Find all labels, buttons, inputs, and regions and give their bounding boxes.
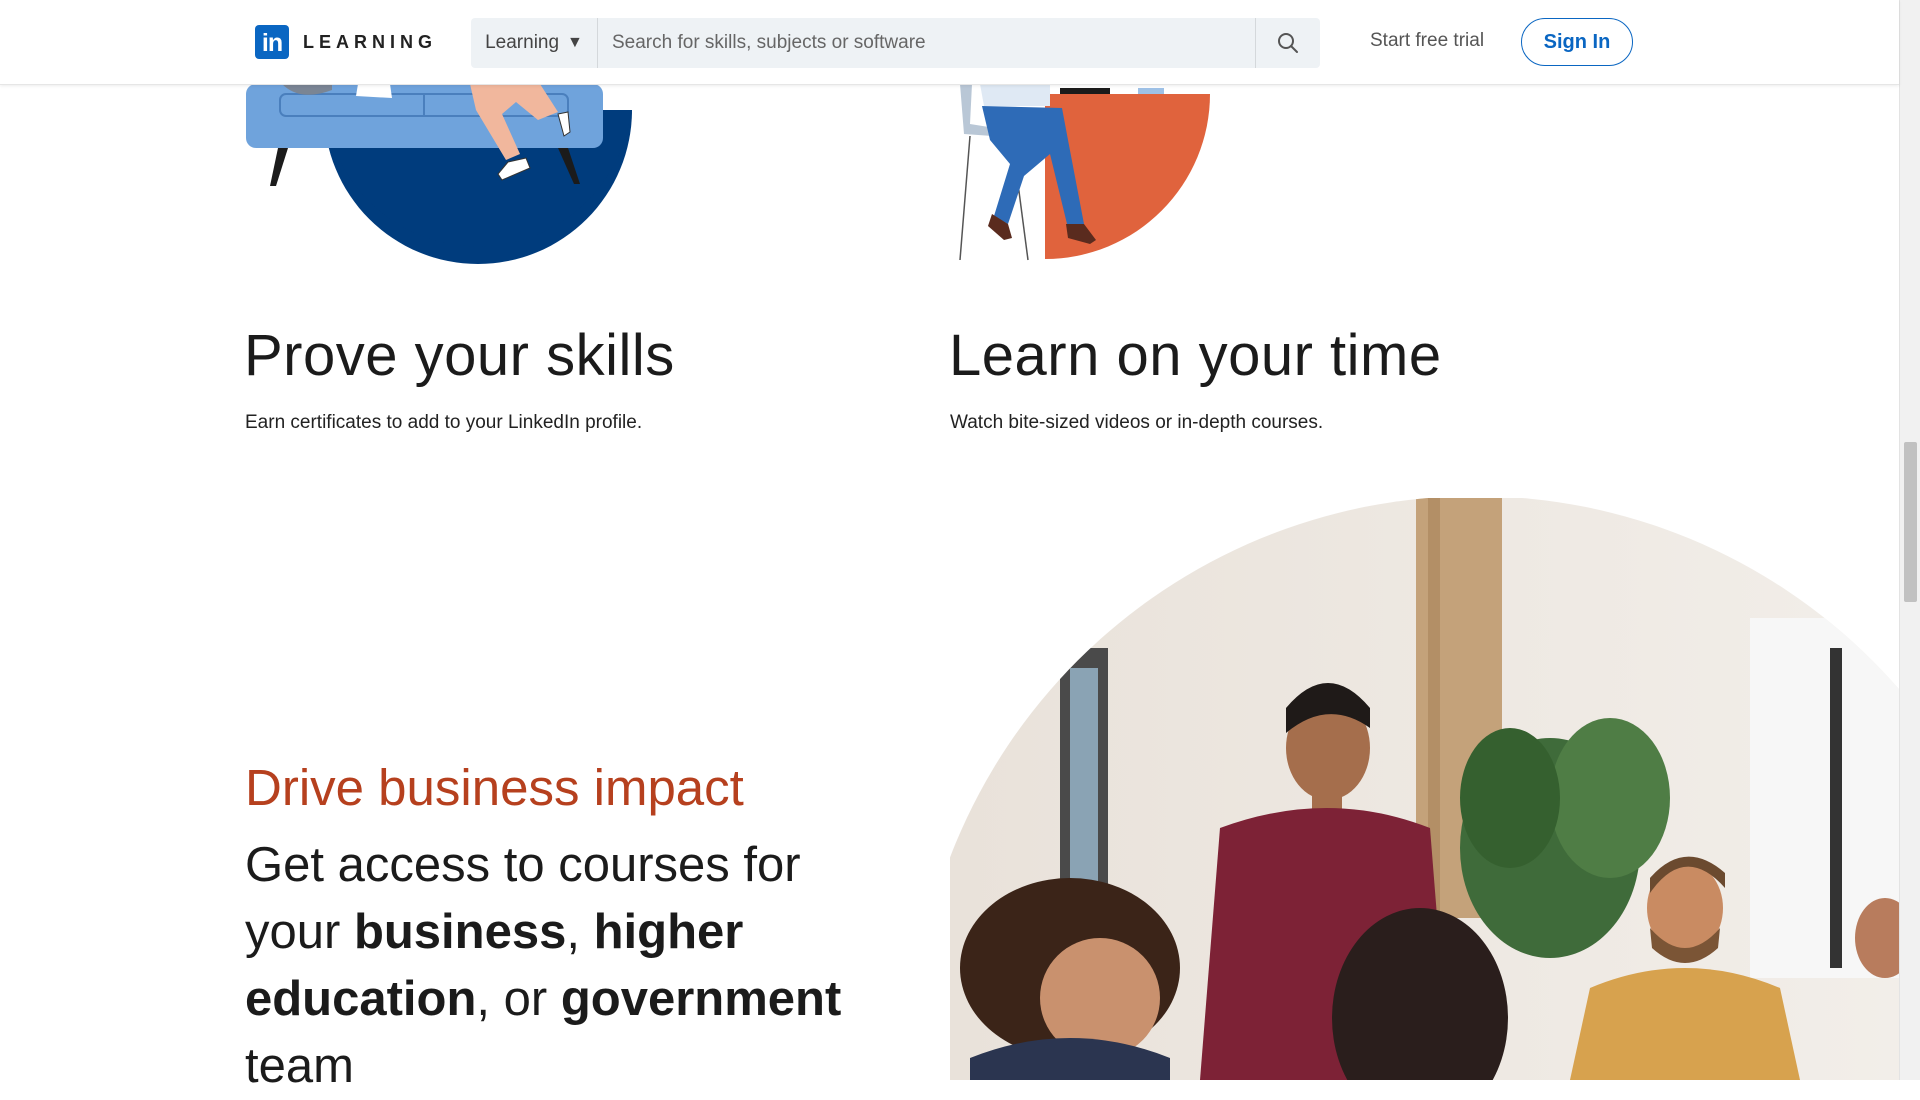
search-input[interactable] <box>598 18 1255 68</box>
feature-desc-prove-skills: Earn certificates to add to your LinkedI… <box>245 412 643 433</box>
impact-government: government <box>560 972 842 1026</box>
feature-title-learn-time: Learn on your time <box>949 323 1442 388</box>
feature-desc-learn-time: Watch bite-sized videos or in-depth cour… <box>950 412 1324 433</box>
feature-title-prove-skills: Prove your skills <box>244 323 675 388</box>
search-scope-dropdown[interactable]: Learning ▼ <box>471 18 598 68</box>
site-header: in LEARNING Learning ▼ Start free trial … <box>0 0 1899 85</box>
start-free-trial-link[interactable]: Start free trial <box>1370 30 1484 52</box>
logo-wordmark: LEARNING <box>303 31 437 52</box>
impact-suffix: team <box>245 1039 354 1093</box>
linkedin-in-logo-icon: in <box>255 25 289 59</box>
search-scope-label: Learning <box>485 32 560 53</box>
caret-down-icon: ▼ <box>567 34 583 51</box>
prove-skills-illustration <box>246 84 632 264</box>
team-meeting-photo <box>950 498 1900 1080</box>
impact-sep-2: , or <box>476 972 561 1026</box>
scrollbar-thumb[interactable] <box>1904 442 1917 602</box>
sign-in-button[interactable]: Sign In <box>1521 18 1633 66</box>
team-meeting-photo-image <box>950 498 1900 1080</box>
impact-heading: Drive business impact <box>245 759 744 816</box>
search-bar: Learning ▼ <box>471 18 1320 68</box>
impact-sep-1: , <box>566 905 594 959</box>
impact-business: business <box>353 905 567 959</box>
page-scrollbar[interactable] <box>1899 0 1920 1080</box>
linkedin-learning-logo[interactable]: in LEARNING <box>255 25 437 59</box>
search-button[interactable] <box>1255 18 1320 68</box>
search-icon <box>1278 33 1298 53</box>
impact-body: Get access to courses for your business,… <box>245 832 845 1100</box>
learn-time-illustration <box>959 84 1210 261</box>
